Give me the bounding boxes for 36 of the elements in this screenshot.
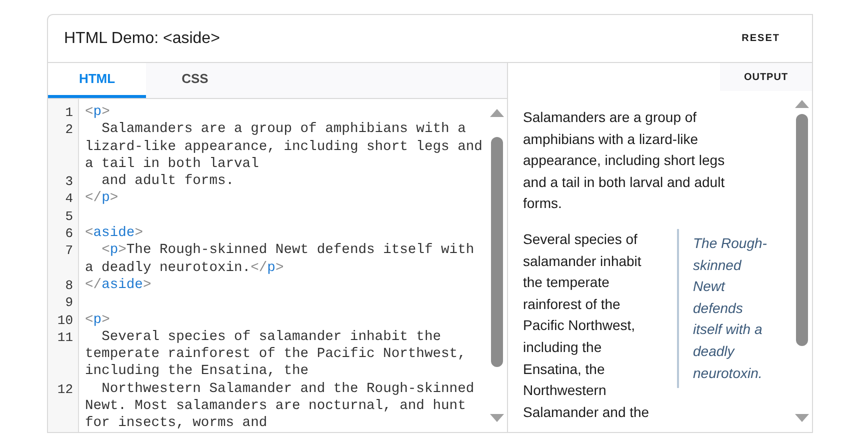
output-paragraph: Several species of salamander inhabit the temperate rainforest of the Pacific Northwest, including the Ensatina, the Northwestern Salamander and the: [523, 230, 650, 422]
line-number: 4: [64, 190, 74, 208]
line-number: 3: [64, 173, 74, 190]
editor-tab[interactable]: CSS: [146, 63, 244, 98]
scroll-down-icon[interactable]: [795, 414, 809, 422]
aside-text: The Rough-skinned Newt defends itself with a deadly neurotoxin.: [693, 234, 767, 383]
line-number: 6: [64, 225, 74, 242]
line-number: 12: [56, 380, 74, 399]
code-line: Northwestern Salamander and the Rough-skinned Newt. Most salamanders are nocturnal, and hunt for insects, worms and: [85, 380, 476, 432]
line-number: 11: [56, 328, 74, 347]
editor-tab[interactable]: HTML: [48, 63, 146, 98]
line-number: 9: [64, 294, 74, 312]
code-line: </aside>: [85, 276, 152, 294]
code-line: and adult forms.: [101, 173, 236, 190]
demo-title: HTML Demo: <aside>: [64, 28, 220, 48]
line-number: 2: [64, 121, 74, 140]
line-number: 8: [64, 276, 74, 294]
line-number: 1: [64, 104, 74, 122]
scroll-up-icon[interactable]: [490, 109, 504, 117]
code-line: Several species of salamander inhabit the temperate rainforest of the Pacific Northwest, including the Ensatina, the: [85, 328, 467, 381]
scrollbar-thumb[interactable]: [491, 137, 503, 367]
code-line: <aside>: [85, 225, 144, 242]
scrollbar-thumb[interactable]: [796, 114, 808, 346]
output-paragraph: Salamanders are a group of amphibians with a lizard-like appearance, including short legs and a tail in both larval and adult forms.: [523, 108, 726, 214]
line-number: 10: [56, 312, 74, 329]
code-line: </p>: [85, 190, 120, 208]
scroll-down-icon[interactable]: [490, 414, 504, 422]
code-editor[interactable]: [48, 99, 507, 432]
reset-button[interactable]: RESET: [734, 27, 788, 50]
line-number: 5: [64, 208, 74, 226]
line-number: 7: [64, 242, 74, 260]
code-line: <p>The Rough-skinned Newt defends itself with a deadly neurotoxin.</p>: [85, 242, 476, 277]
code-line: <p>: [85, 312, 111, 329]
code-line: <p>: [85, 104, 111, 122]
scroll-up-icon[interactable]: [795, 100, 809, 108]
output-label: OUTPUT: [720, 63, 812, 91]
